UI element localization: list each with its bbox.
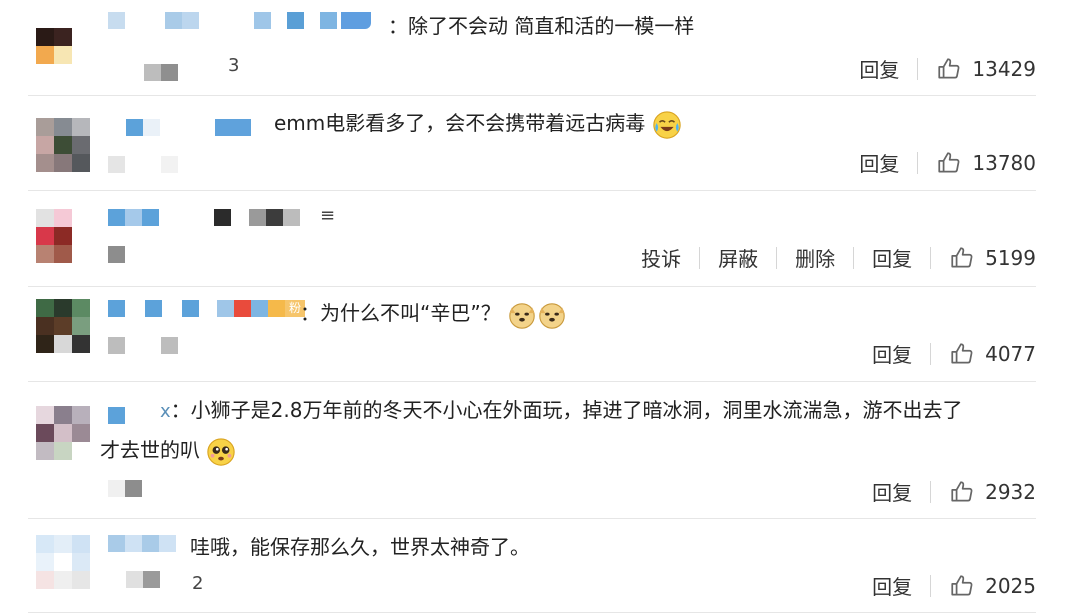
- comment-text: ：除了不会动 简直和活的一模一样: [388, 14, 695, 38]
- stray-char: ≡: [320, 205, 336, 226]
- like-count: 13780: [972, 150, 1036, 175]
- comment-actions: 投诉 屏蔽 删除 回复 5199: [641, 243, 1036, 272]
- username-mosaic[interactable]: [108, 535, 176, 552]
- thumbs-up-icon: [938, 151, 960, 173]
- comment-actions: 回复 2025: [872, 571, 1036, 600]
- comment-actions: 回复 13780: [859, 148, 1036, 177]
- thumbs-up-icon: [951, 342, 973, 364]
- comment-text-content: ：为什么不叫“辛巴”？: [300, 301, 501, 325]
- doge-emoji-icon: [509, 302, 535, 329]
- avatar[interactable]: [36, 406, 90, 460]
- action-divider: [917, 57, 919, 80]
- comment-6: 哇哦，能保存那么久，世界太神奇了。 2 回复 2025: [0, 519, 1080, 615]
- action-divider: [930, 246, 932, 269]
- reply-button[interactable]: 回复: [859, 54, 899, 83]
- action-divider: [699, 246, 701, 269]
- action-divider: [930, 574, 932, 597]
- action-divider: [776, 246, 778, 269]
- action-divider: [853, 246, 855, 269]
- doge-emoji-icon: [539, 302, 565, 329]
- comment-text-line1: ：小狮子是2.8万年前的冬天不小心在外面玩，掉进了暗冰洞，洞里水流湍急，游不出去…: [170, 398, 963, 422]
- like-count: 4077: [985, 341, 1036, 366]
- comment-text: emm电影看多了，会不会携带着远古病毒: [274, 109, 682, 140]
- meta-mosaic: [108, 246, 125, 263]
- action-divider: [930, 480, 932, 503]
- avatar[interactable]: [36, 535, 90, 589]
- action-divider: [930, 342, 932, 365]
- avatar[interactable]: [36, 209, 90, 263]
- delete-button[interactable]: 删除: [795, 243, 835, 272]
- reply-button[interactable]: 回复: [859, 148, 899, 177]
- action-divider: [917, 151, 919, 174]
- reply-button[interactable]: 回复: [872, 243, 912, 272]
- like-count: 13429: [972, 56, 1036, 81]
- comment-text: 哇哦，能保存那么久，世界太神奇了。: [190, 535, 530, 559]
- comment-2: emm电影看多了，会不会携带着远古病毒 回复 13780: [0, 96, 1080, 191]
- thumbs-up-icon: [951, 574, 973, 596]
- like-button[interactable]: 4077: [949, 341, 1036, 367]
- stray-char: 3: [228, 55, 240, 76]
- meta-mosaic: [108, 480, 142, 497]
- reply-button[interactable]: 回复: [872, 339, 912, 368]
- report-button[interactable]: 投诉: [641, 243, 681, 272]
- comment-text: x：小狮子是2.8万年前的冬天不小心在外面玩，掉进了暗冰洞，洞里水流湍急，游不出…: [160, 396, 962, 426]
- like-count: 2025: [985, 573, 1036, 598]
- laugh-cry-emoji-icon: [652, 110, 681, 139]
- pleading-face-emoji-icon: [207, 437, 236, 466]
- thumbs-up-icon: [951, 246, 973, 268]
- reply-button[interactable]: 回复: [872, 571, 912, 600]
- comment-text-content: 才去世的叭: [100, 438, 200, 462]
- comment-text-line2: 才去世的叭: [100, 436, 236, 467]
- meta-mosaic: [108, 156, 178, 173]
- reply-button[interactable]: 回复: [872, 477, 912, 506]
- username-mosaic[interactable]: 粉: [108, 300, 305, 317]
- like-button[interactable]: 13780: [936, 150, 1036, 176]
- username-mosaic[interactable]: [108, 209, 300, 226]
- like-count: 2932: [985, 479, 1036, 504]
- comment-1: ：除了不会动 简直和活的一模一样 3 回复 13429: [0, 0, 1080, 95]
- like-button[interactable]: 5199: [949, 245, 1036, 271]
- meta-mosaic: [144, 64, 178, 81]
- stray-char: 2: [192, 573, 204, 594]
- avatar[interactable]: [36, 118, 90, 172]
- username-mosaic[interactable]: [108, 407, 125, 424]
- like-button[interactable]: 13429: [936, 56, 1036, 82]
- block-button[interactable]: 屏蔽: [718, 243, 758, 272]
- like-button[interactable]: 2932: [949, 479, 1036, 505]
- divider: [28, 612, 1036, 613]
- avatar[interactable]: [36, 299, 90, 353]
- comment-text-content: emm电影看多了，会不会携带着远古病毒: [274, 111, 646, 135]
- username-mosaic[interactable]: [126, 119, 251, 136]
- username-suffix: x: [160, 401, 171, 422]
- comment-actions: 回复 13429: [859, 54, 1036, 83]
- comment-text: ：为什么不叫“辛巴”？: [300, 299, 567, 330]
- like-count: 5199: [985, 245, 1036, 270]
- thumbs-up-icon: [951, 480, 973, 502]
- comment-5: x：小狮子是2.8万年前的冬天不小心在外面玩，掉进了暗冰洞，洞里水流湍急，游不出…: [0, 382, 1080, 519]
- comment-actions: 回复 4077: [872, 339, 1036, 368]
- meta-mosaic: [108, 337, 178, 354]
- avatar[interactable]: [36, 10, 90, 64]
- thumbs-up-icon: [938, 57, 960, 79]
- username-mosaic[interactable]: [108, 12, 371, 29]
- meta-mosaic: [126, 571, 160, 588]
- like-button[interactable]: 2025: [949, 573, 1036, 599]
- comment-4: 粉 ：为什么不叫“辛巴”？ 回复 4077: [0, 287, 1080, 382]
- comment-actions: 回复 2932: [872, 477, 1036, 506]
- comment-3: ≡ 投诉 屏蔽 删除 回复 5199: [0, 191, 1080, 286]
